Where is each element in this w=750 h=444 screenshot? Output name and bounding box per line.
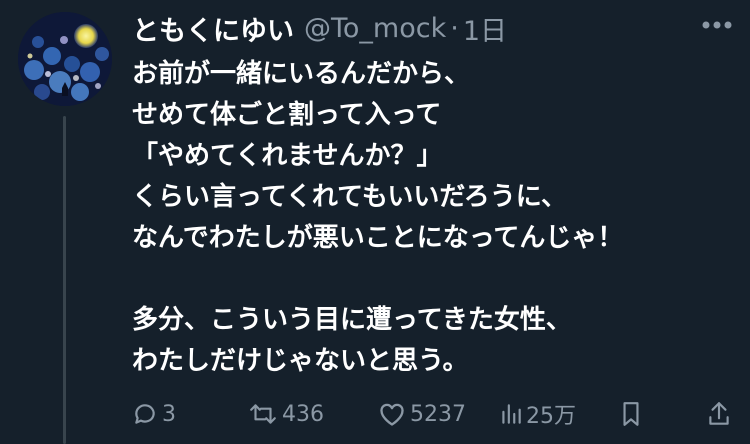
tweet-line: くらい言ってくれてもいいだろうに、	[132, 182, 567, 212]
share-icon	[706, 400, 732, 428]
retweet-icon	[248, 401, 278, 427]
retweet-count: 436	[282, 401, 324, 427]
share-button[interactable]	[706, 396, 732, 432]
more-button[interactable]	[700, 12, 734, 42]
heart-icon	[378, 401, 406, 427]
views-bar-chart-icon	[500, 401, 522, 427]
tweet-line: せめて体ごと割って入って	[132, 100, 442, 130]
tweet-line: わたしだけじゃないと思う。	[132, 346, 469, 376]
display-name[interactable]: ともくにゆい	[132, 9, 294, 48]
bookmark-icon	[620, 400, 642, 428]
views-count: 25万	[526, 404, 576, 429]
avatar[interactable]	[18, 12, 112, 106]
timestamp[interactable]: 1日	[463, 9, 507, 48]
views-button[interactable]: 25万	[500, 396, 576, 432]
reply-button[interactable]: 3	[132, 396, 176, 432]
reply-count: 3	[162, 401, 176, 427]
thread-line	[63, 116, 66, 444]
tweet-line: 「やめてくれませんか？」	[132, 141, 443, 171]
avatar-image	[18, 12, 112, 106]
action-bar: 3 436 5237 25万	[132, 396, 742, 432]
tweet-line: 多分、こういう目に遭ってきた女性、	[132, 305, 572, 335]
bookmark-button[interactable]	[620, 396, 642, 432]
separator-dot: ·	[450, 12, 459, 44]
tweet-line: お前が一緒にいるんだから、	[132, 59, 471, 89]
more-horizontal-icon	[700, 10, 734, 44]
like-button[interactable]: 5237	[378, 396, 466, 432]
tweet-header: ともくにゆい @To_mock · 1日	[132, 6, 750, 50]
reply-bubble-icon	[132, 401, 158, 427]
tweet-line: なんでわたしが悪いことになってんじゃ！	[132, 223, 624, 253]
retweet-button[interactable]: 436	[248, 396, 324, 432]
like-count: 5237	[410, 401, 466, 427]
tweet-text: お前が一緒にいるんだから、 せめて体ごと割って入って 「やめてくれませんか？」 …	[132, 54, 732, 382]
user-handle[interactable]: @To_mock	[304, 13, 446, 44]
